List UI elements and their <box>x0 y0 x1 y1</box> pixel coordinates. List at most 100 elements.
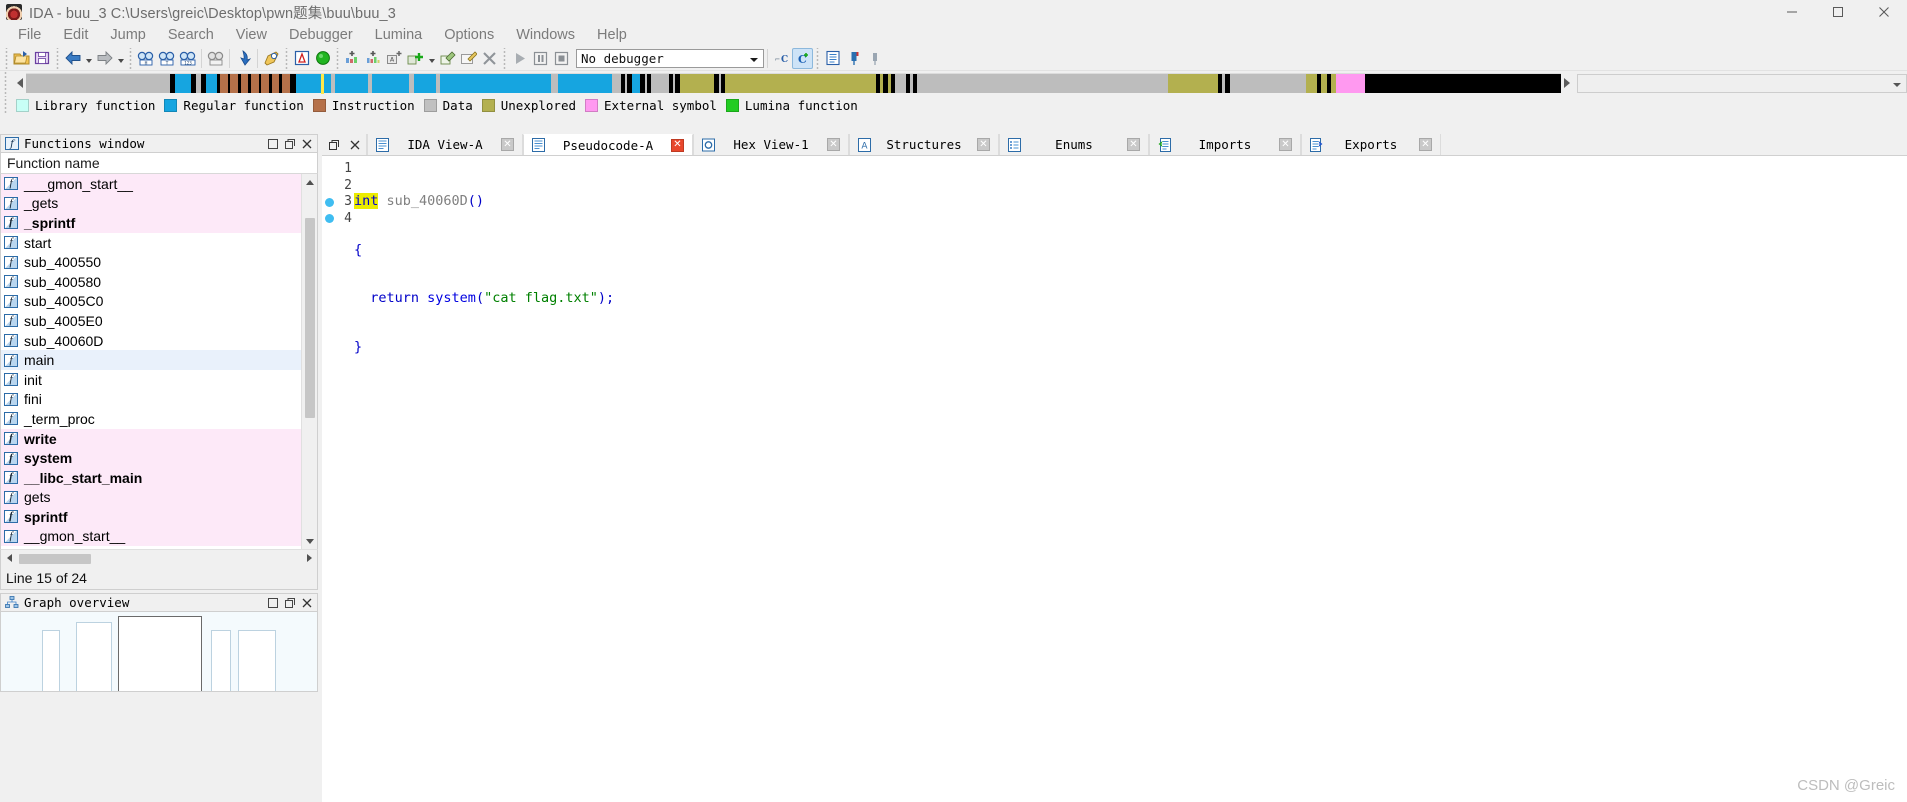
menu-view[interactable]: View <box>225 24 278 46</box>
back-arrow-icon[interactable] <box>62 48 83 69</box>
function-list-row[interactable]: f sub_40060D <box>1 331 301 351</box>
search-text-icon[interactable]: T <box>156 48 177 69</box>
pause-icon[interactable] <box>530 48 551 69</box>
graph-viewport-box[interactable] <box>118 616 202 691</box>
float-button[interactable] <box>328 139 339 150</box>
toolbar-grip-6[interactable] <box>501 47 508 69</box>
function-list-row[interactable]: f sub_400580 <box>1 272 301 292</box>
function-list-row[interactable]: f system <box>1 448 301 468</box>
menu-edit[interactable]: Edit <box>52 24 99 46</box>
function-list-row[interactable]: f gets <box>1 487 301 508</box>
function-list-row[interactable]: f main <box>1 350 301 370</box>
edit-func-icon[interactable] <box>437 48 458 69</box>
stop-icon[interactable] <box>551 48 572 69</box>
function-list-row[interactable]: f ___gmon_start__ <box>1 174 301 194</box>
pin-icon[interactable] <box>843 48 864 69</box>
restore-button[interactable] <box>267 597 278 608</box>
save-icon[interactable] <box>32 48 53 69</box>
code-call-system[interactable]: system <box>427 290 476 306</box>
run-icon[interactable] <box>509 48 530 69</box>
back-dropdown-icon[interactable] <box>83 48 94 69</box>
toolbar-grip-4[interactable] <box>283 47 290 69</box>
close-button[interactable] <box>1861 0 1907 24</box>
del-breakpoint-icon[interactable] <box>363 48 384 69</box>
toolbar-grip-3[interactable] <box>127 47 134 69</box>
debugger-select[interactable]: No debugger <box>576 48 764 68</box>
tab-close-icon[interactable]: ✕ <box>1279 138 1292 151</box>
restore-button[interactable] <box>267 138 278 149</box>
editor-breakpoint-gutter[interactable] <box>322 156 336 802</box>
close-button[interactable] <box>301 138 312 149</box>
navigator-band[interactable] <box>26 73 1561 94</box>
editor-code-area[interactable]: int sub_40060D() { return system("cat fl… <box>352 156 1907 802</box>
forward-arrow-icon[interactable] <box>94 48 115 69</box>
code-function-name[interactable]: sub_40060D <box>378 193 468 209</box>
functions-column-header[interactable]: Function name <box>0 153 318 174</box>
menu-debugger[interactable]: Debugger <box>278 24 364 46</box>
function-list-row[interactable]: f start <box>1 233 301 253</box>
tab-imports[interactable]: Imports ✕ <box>1149 134 1301 155</box>
tab-exports[interactable]: Exports ✕ <box>1301 134 1441 155</box>
search-hex-icon[interactable]: H <box>135 48 156 69</box>
menu-jump[interactable]: Jump <box>99 24 156 46</box>
float-button[interactable] <box>284 597 295 608</box>
tab-structures[interactable]: A Structures ✕ <box>849 134 999 155</box>
pseudocode-editor[interactable]: 1 2 3 4 int sub_40060D() { return system… <box>322 156 1907 802</box>
breakpoint-dot-icon[interactable] <box>324 214 334 224</box>
graph-overview-canvas[interactable] <box>0 612 318 692</box>
tab-close-icon[interactable]: ✕ <box>1419 138 1432 151</box>
tab-close-icon[interactable]: ✕ <box>827 138 840 151</box>
function-list-row[interactable]: f sub_4005E0 <box>1 311 301 331</box>
tab-ida-view-a[interactable]: IDA View-A ✕ <box>367 134 523 155</box>
tab-close-icon[interactable]: ✕ <box>671 138 684 152</box>
close-button[interactable] <box>301 597 312 608</box>
scrollbar-thumb[interactable] <box>19 554 91 564</box>
scroll-up-button[interactable] <box>302 174 317 190</box>
code-string-literal[interactable]: "cat flag.txt" <box>484 290 598 306</box>
scroll-left-button[interactable] <box>1 550 17 566</box>
highlight-icon[interactable] <box>261 48 282 69</box>
decompile-all-icon[interactable]: C <box>792 47 813 69</box>
function-list-row[interactable]: f _sprintf <box>1 213 301 233</box>
toolbar-grip-5[interactable] <box>334 47 341 69</box>
search-seq-icon[interactable]: 123 <box>177 48 198 69</box>
search-gray-icon[interactable] <box>205 48 226 69</box>
add-breakpoint-icon[interactable] <box>342 48 363 69</box>
function-list-row[interactable]: f fini <box>1 390 301 410</box>
legend-grip[interactable] <box>2 96 10 115</box>
function-list-row[interactable]: f sub_4005C0 <box>1 292 301 312</box>
function-list-row[interactable]: f __libc_start_main <box>1 467 301 488</box>
forward-dropdown-icon[interactable] <box>115 48 126 69</box>
functions-list-hscrollbar[interactable] <box>0 549 318 566</box>
toolbar-grip[interactable] <box>3 47 10 69</box>
open-file-icon[interactable] <box>11 48 32 69</box>
function-list-row[interactable]: f __gmon_start__ <box>1 526 301 547</box>
add-watch-icon[interactable]: A <box>384 48 405 69</box>
scroll-right-button[interactable] <box>301 550 317 566</box>
close-button[interactable] <box>349 139 360 150</box>
add-dropdown-icon[interactable] <box>426 48 437 69</box>
function-list-row[interactable]: f init <box>1 370 301 390</box>
menu-lumina[interactable]: Lumina <box>364 24 434 46</box>
pin2-icon[interactable] <box>864 48 885 69</box>
tab-hex-view-1[interactable]: Hex View-1 ✕ <box>693 134 849 155</box>
scrollbar-thumb[interactable] <box>305 218 315 418</box>
menu-help[interactable]: Help <box>586 24 638 46</box>
maximize-button[interactable] <box>1815 0 1861 24</box>
navbar-scroll-left-icon[interactable] <box>14 72 26 94</box>
jump-down-icon[interactable] <box>233 48 254 69</box>
function-list-row[interactable]: f _term_proc <box>1 409 301 429</box>
navbar-extra-combo[interactable] <box>1577 73 1907 93</box>
function-list-row[interactable]: f sub_400550 <box>1 252 301 272</box>
breakpoint-dot-icon[interactable] <box>324 197 334 207</box>
struct-list-icon[interactable] <box>822 48 843 69</box>
tab-close-icon[interactable]: ✕ <box>501 138 514 151</box>
function-list-row[interactable]: f _gets <box>1 193 301 214</box>
produce-asm-icon[interactable] <box>291 48 312 69</box>
menu-options[interactable]: Options <box>433 24 505 46</box>
minimize-button[interactable] <box>1769 0 1815 24</box>
tab-enums[interactable]: Enums ✕ <box>999 134 1149 155</box>
green-circle-icon[interactable] <box>312 48 333 69</box>
navbar-scroll-right-icon[interactable] <box>1561 72 1573 94</box>
tab-pseudocode-a[interactable]: Pseudocode-A ✕ <box>523 134 693 155</box>
